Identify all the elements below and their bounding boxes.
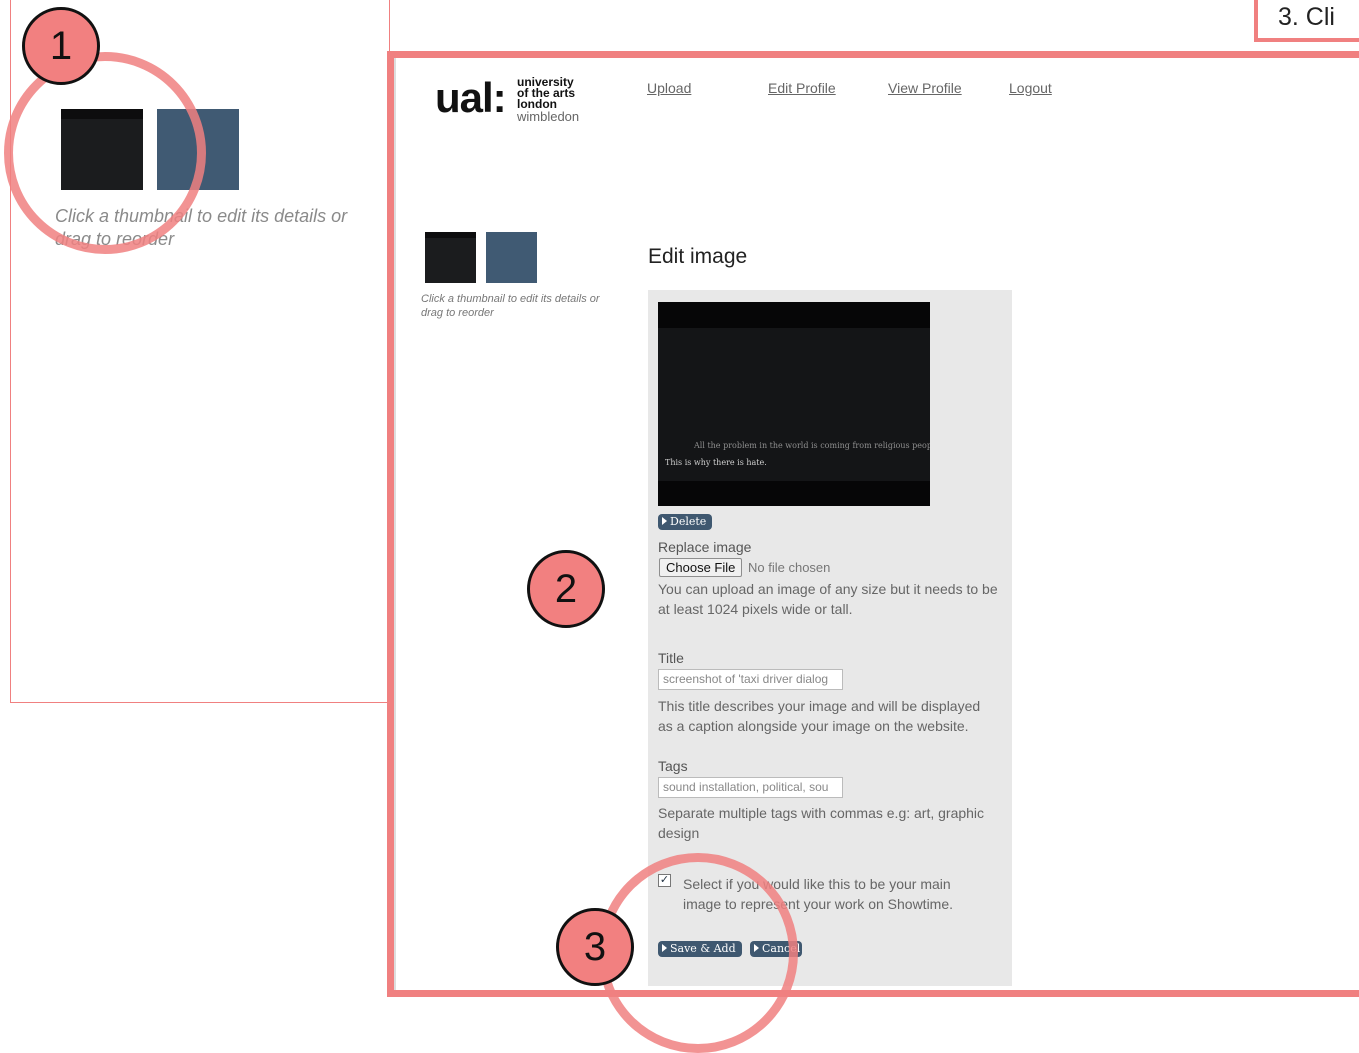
cancel-button[interactable]: Cancel	[750, 941, 802, 957]
cancel-button-label: Cancel	[762, 942, 801, 955]
edit-image-heading: Edit image	[648, 245, 748, 268]
main-image-checkbox[interactable]: ✓	[658, 874, 671, 887]
play-arrow-icon	[662, 944, 667, 952]
step-badge-1: 1	[22, 7, 100, 85]
title-label: Title	[658, 650, 684, 666]
title-help-text: This title describes your image and will…	[658, 698, 981, 734]
main-image-label: Select if you would like this to be your…	[683, 876, 954, 912]
save-add-button-label: Save & Add	[670, 942, 736, 955]
preview-caption-2: This is why there is hate.	[665, 458, 767, 467]
preview-letterbox-bottom	[658, 481, 930, 506]
delete-button[interactable]: Delete	[658, 514, 713, 530]
delete-button-label: Delete	[670, 515, 707, 528]
thumbnail-dark[interactable]	[425, 232, 476, 283]
preview-letterbox-top	[658, 302, 930, 328]
play-arrow-icon	[662, 517, 667, 525]
choose-file-button[interactable]: Choose File	[659, 558, 743, 577]
nav-upload[interactable]: Upload	[647, 80, 691, 96]
tags-help-text: Separate multiple tags with commas e.g: …	[658, 805, 985, 841]
nav-logout[interactable]: Logout	[1009, 80, 1052, 96]
ual-logo-text: university of the arts london wimbledon	[517, 76, 580, 124]
image-preview: All the problem in the world is coming f…	[658, 302, 930, 506]
nav-edit-profile[interactable]: Edit Profile	[768, 80, 836, 96]
replace-image-label: Replace image	[658, 539, 752, 555]
title-input[interactable]: screenshot of 'taxi driver dialog	[658, 669, 843, 690]
zoomed-thumbnail-panel	[10, 0, 390, 703]
save-add-button[interactable]: Save & Add	[658, 941, 742, 957]
thumbnail-blue[interactable]	[486, 232, 537, 283]
zoomed-thumbnail-hint: Click a thumbnail to edit its details or…	[55, 206, 348, 249]
logo-line-4: wimbledon	[517, 109, 580, 124]
tags-input[interactable]: sound installation, political, sou	[658, 777, 843, 798]
preview-caption-1: All the problem in the world is coming f…	[694, 441, 930, 450]
replace-help-text: You can upload an image of any size but …	[658, 581, 998, 617]
tags-label: Tags	[658, 758, 688, 774]
thumbnail-hint: Click a thumbnail to edit its details or…	[421, 293, 600, 319]
zoomed-thumbnail-dark[interactable]	[61, 109, 143, 190]
ual-logo-mark: ual:	[435, 74, 507, 121]
step-badge-3: 3	[556, 908, 634, 986]
play-arrow-icon	[754, 944, 759, 952]
step-badge-2: 2	[527, 550, 605, 628]
file-status: No file chosen	[748, 560, 831, 575]
frame-divider	[394, 58, 396, 990]
step-note: 3. Cli	[1254, 0, 1359, 42]
zoomed-thumbnail-blue[interactable]	[157, 109, 239, 190]
nav-view-profile[interactable]: View Profile	[888, 80, 962, 96]
